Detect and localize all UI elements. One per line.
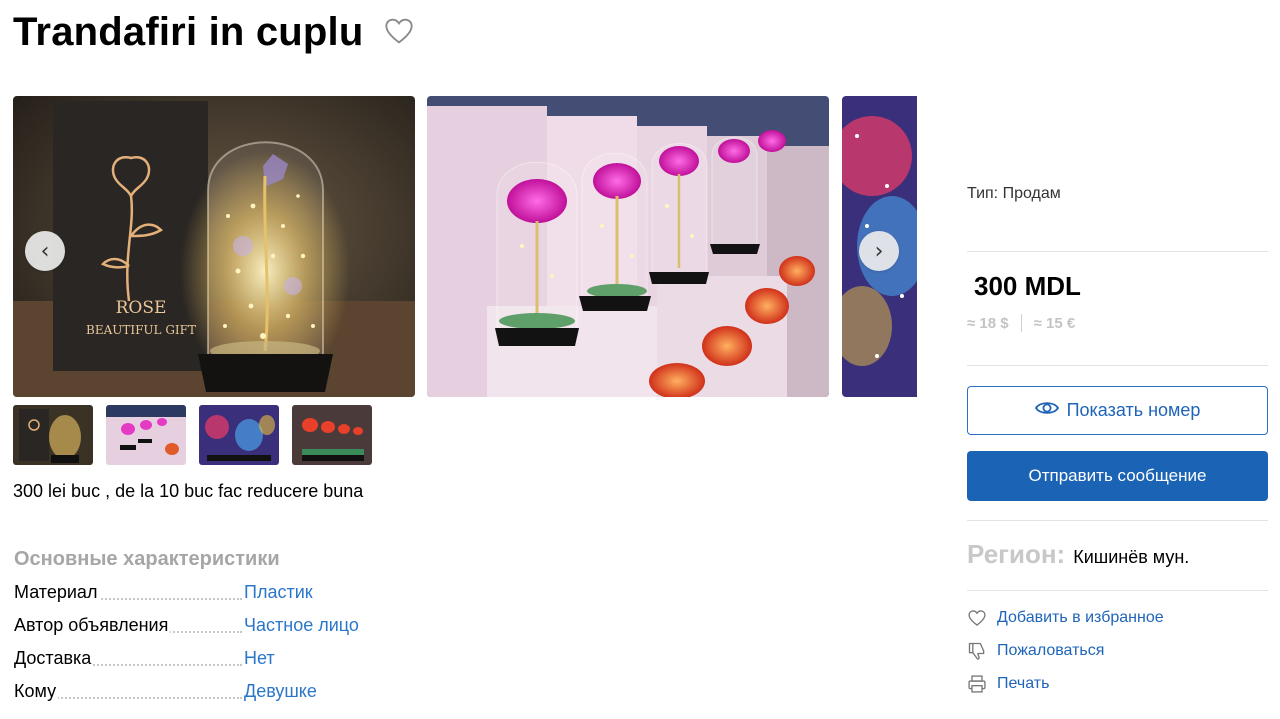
characteristic-label: Материал [14,582,100,603]
price-usd: ≈ 18 $ [967,314,1009,332]
print-label: Печать [997,675,1050,692]
divider [967,365,1268,366]
gallery-image-2[interactable] [427,96,829,397]
price: 300 MDL [974,271,1081,301]
add-to-favorites-label: Добавить в избранное [997,609,1164,626]
region-value: Кишинёв мун. [1073,547,1190,567]
characteristic-value-link[interactable]: Частное лицо [244,615,359,636]
thumbnail-strip [13,405,372,465]
image-gallery[interactable]: ROSE BEAUTIFUL GIFT ‹ › [13,96,917,397]
characteristic-row-material: Материал Пластик [14,582,414,606]
page-title: Trandafiri in cuplu [13,10,364,54]
thumbnail-4[interactable] [292,405,372,465]
box-text-rose: ROSE [116,298,167,318]
thumbnail-2[interactable] [106,405,186,465]
region-label: Регион: [967,539,1066,569]
characteristic-row-author: Автор объявления Частное лицо [14,615,414,639]
thumbs-down-icon [967,641,987,661]
characteristics-title: Основные характеристики [14,548,280,570]
price-conversions: ≈ 18 $ ≈ 15 € [967,314,1075,332]
thumbnail-3[interactable] [199,405,279,465]
send-message-button[interactable]: Отправить сообщение [967,451,1268,501]
print-link[interactable]: Печать [967,674,1049,694]
divider [967,520,1268,521]
characteristic-label: Автор объявления [14,615,171,636]
characteristic-value-link[interactable]: Пластик [244,582,313,603]
gallery-next-button[interactable]: › [859,231,899,271]
characteristic-value-link[interactable]: Девушке [244,681,317,702]
show-phone-button[interactable]: Показать номер [967,386,1268,435]
characteristic-row-delivery: Доставка Нет [14,648,414,672]
characteristic-value-link[interactable]: Нет [244,648,275,669]
chevron-right-icon: › [874,238,884,264]
add-to-favorites-link[interactable]: Добавить в избранное [967,608,1164,628]
heart-icon [967,608,987,628]
characteristic-row-recipient: Кому Девушке [14,681,414,705]
divider [967,251,1268,252]
printer-icon [967,674,987,694]
divider [967,590,1268,591]
chevron-left-icon: ‹ [40,238,50,264]
show-phone-label: Показать номер [1066,400,1201,420]
thumbnail-1[interactable] [13,405,93,465]
report-link[interactable]: Пожаловаться [967,641,1104,661]
listing-type: Тип: Продам [967,185,1061,202]
characteristic-label: Доставка [14,648,94,669]
report-label: Пожаловаться [997,642,1105,659]
listing-description: 300 lei buc , de la 10 buc fac reducere … [13,481,364,501]
characteristic-label: Кому [14,681,59,702]
gallery-prev-button[interactable]: ‹ [25,231,65,271]
eye-icon [1034,400,1059,421]
favorite-heart-icon[interactable] [383,15,415,47]
price-eur: ≈ 15 € [1033,314,1076,332]
gallery-image-1[interactable]: ROSE BEAUTIFUL GIFT [13,96,415,397]
region: Регион: Кишинёв мун. [967,539,1189,570]
box-text-gift: BEAUTIFUL GIFT [86,323,196,337]
